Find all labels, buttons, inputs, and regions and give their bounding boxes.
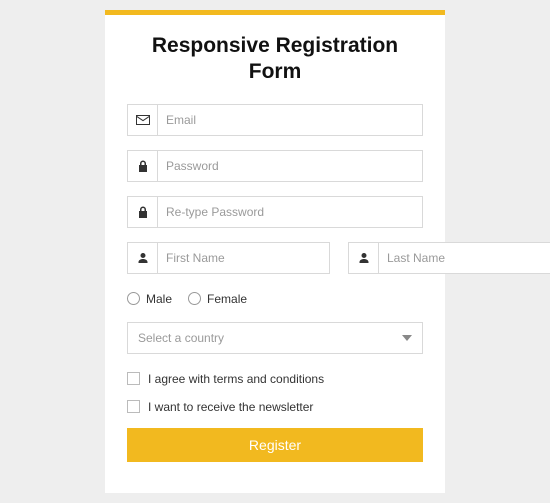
page-title: Responsive Registration Form (127, 33, 423, 86)
terms-checkbox-row[interactable]: I agree with terms and conditions (127, 372, 423, 386)
chevron-down-icon (388, 335, 412, 341)
country-select[interactable]: Select a country (127, 322, 423, 354)
radio-circle-icon (188, 292, 201, 305)
register-button[interactable]: Register (127, 428, 423, 462)
last-name-field-wrapper (348, 242, 550, 274)
radio-female-label: Female (207, 292, 247, 306)
last-name-input[interactable] (379, 243, 550, 273)
retype-password-input[interactable] (158, 197, 422, 227)
password-input[interactable] (158, 151, 422, 181)
lock-icon (128, 197, 158, 227)
newsletter-checkbox-row[interactable]: I want to receive the newsletter (127, 400, 423, 414)
radio-male-label: Male (146, 292, 172, 306)
country-select-placeholder: Select a country (138, 331, 224, 345)
newsletter-label: I want to receive the newsletter (148, 400, 313, 414)
first-name-input[interactable] (158, 243, 329, 273)
user-icon (128, 243, 158, 273)
envelope-icon (128, 105, 158, 135)
gender-radio-group: Male Female (127, 292, 423, 306)
email-field-wrapper (127, 104, 423, 136)
radio-circle-icon (127, 292, 140, 305)
retype-password-field-wrapper (127, 196, 423, 228)
user-icon (349, 243, 379, 273)
radio-male[interactable]: Male (127, 292, 172, 306)
password-field-wrapper (127, 150, 423, 182)
radio-female[interactable]: Female (188, 292, 247, 306)
email-input[interactable] (158, 105, 422, 135)
lock-icon (128, 151, 158, 181)
registration-card: Responsive Registration Form (105, 10, 445, 493)
checkbox-icon (127, 400, 140, 413)
name-row (127, 242, 423, 274)
first-name-field-wrapper (127, 242, 330, 274)
terms-label: I agree with terms and conditions (148, 372, 324, 386)
checkbox-icon (127, 372, 140, 385)
